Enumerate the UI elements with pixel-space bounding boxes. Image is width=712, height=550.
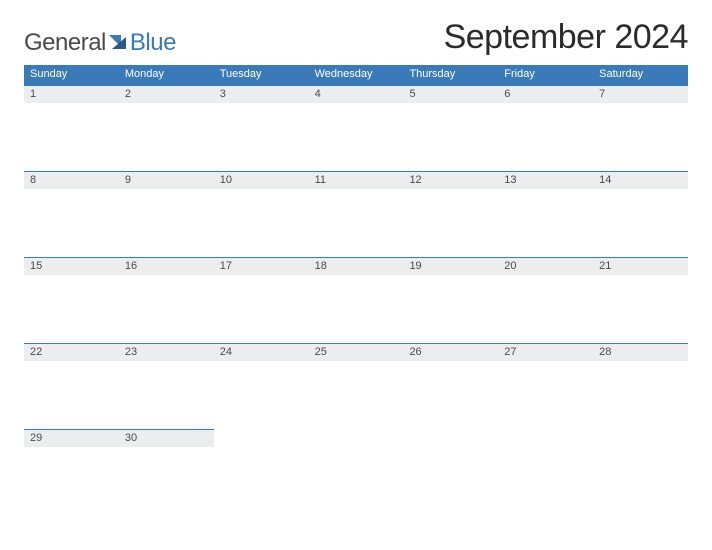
day-number: 4 xyxy=(309,86,404,103)
day-number: 26 xyxy=(403,344,498,361)
day-number: 5 xyxy=(403,86,498,103)
day-number: 2 xyxy=(119,86,214,103)
day-cell: 11 xyxy=(309,171,404,257)
week-row: 29 30 xyxy=(24,429,688,515)
day-cell: 8 xyxy=(24,171,119,257)
day-cell: 4 xyxy=(309,85,404,171)
day-number: 12 xyxy=(403,172,498,189)
day-header: Thursday xyxy=(403,65,498,85)
day-cell: 17 xyxy=(214,257,309,343)
day-cell: 5 xyxy=(403,85,498,171)
day-number: 25 xyxy=(309,344,404,361)
day-number: 16 xyxy=(119,258,214,275)
day-number: 23 xyxy=(119,344,214,361)
day-cell: 19 xyxy=(403,257,498,343)
calendar-grid: Sunday Monday Tuesday Wednesday Thursday… xyxy=(24,65,688,515)
day-cell: 9 xyxy=(119,171,214,257)
logo: General Blue xyxy=(24,29,176,57)
logo-text-general: General xyxy=(24,29,106,57)
day-header: Wednesday xyxy=(309,65,404,85)
week-row: 8 9 10 11 12 13 14 xyxy=(24,171,688,257)
week-row: 15 16 17 18 19 20 21 xyxy=(24,257,688,343)
day-header: Tuesday xyxy=(214,65,309,85)
day-number: 28 xyxy=(593,344,688,361)
day-number: 29 xyxy=(24,430,119,447)
day-cell: 12 xyxy=(403,171,498,257)
day-header: Monday xyxy=(119,65,214,85)
day-number: 15 xyxy=(24,258,119,275)
day-cell: 1 xyxy=(24,85,119,171)
day-cell: 14 xyxy=(593,171,688,257)
week-row: 1 2 3 4 5 6 7 xyxy=(24,85,688,171)
day-cell: 3 xyxy=(214,85,309,171)
day-cell: 6 xyxy=(498,85,593,171)
logo-text-blue: Blue xyxy=(130,29,176,57)
day-number: 30 xyxy=(119,430,214,447)
day-cell-empty xyxy=(309,429,404,515)
day-cell: 23 xyxy=(119,343,214,429)
day-number: 7 xyxy=(593,86,688,103)
day-number: 19 xyxy=(403,258,498,275)
day-number: 1 xyxy=(24,86,119,103)
day-number: 8 xyxy=(24,172,119,189)
day-cell-empty xyxy=(593,429,688,515)
day-cell: 16 xyxy=(119,257,214,343)
day-cell-empty xyxy=(403,429,498,515)
day-number: 17 xyxy=(214,258,309,275)
day-cell-empty xyxy=(498,429,593,515)
day-cell: 29 xyxy=(24,429,119,515)
day-header: Friday xyxy=(498,65,593,85)
day-cell: 2 xyxy=(119,85,214,171)
day-cell: 28 xyxy=(593,343,688,429)
day-number: 11 xyxy=(309,172,404,189)
day-cell: 18 xyxy=(309,257,404,343)
day-number: 21 xyxy=(593,258,688,275)
day-number: 24 xyxy=(214,344,309,361)
day-cell: 30 xyxy=(119,429,214,515)
calendar-title: September 2024 xyxy=(444,18,688,57)
day-cell: 25 xyxy=(309,343,404,429)
day-cell: 21 xyxy=(593,257,688,343)
day-number: 14 xyxy=(593,172,688,189)
day-cell: 13 xyxy=(498,171,593,257)
day-header-row: Sunday Monday Tuesday Wednesday Thursday… xyxy=(24,65,688,85)
day-header: Sunday xyxy=(24,65,119,85)
day-cell: 26 xyxy=(403,343,498,429)
day-cell: 10 xyxy=(214,171,309,257)
day-number: 6 xyxy=(498,86,593,103)
logo-triangle-icon xyxy=(108,34,128,55)
day-cell: 7 xyxy=(593,85,688,171)
day-number: 13 xyxy=(498,172,593,189)
day-number: 20 xyxy=(498,258,593,275)
day-number: 9 xyxy=(119,172,214,189)
day-cell: 15 xyxy=(24,257,119,343)
calendar-header: General Blue September 2024 xyxy=(24,18,688,57)
day-cell: 27 xyxy=(498,343,593,429)
day-number: 18 xyxy=(309,258,404,275)
day-cell: 20 xyxy=(498,257,593,343)
day-cell-empty xyxy=(214,429,309,515)
day-cell: 22 xyxy=(24,343,119,429)
day-number: 22 xyxy=(24,344,119,361)
day-header: Saturday xyxy=(593,65,688,85)
week-row: 22 23 24 25 26 27 28 xyxy=(24,343,688,429)
day-cell: 24 xyxy=(214,343,309,429)
day-number: 3 xyxy=(214,86,309,103)
day-number: 10 xyxy=(214,172,309,189)
day-number: 27 xyxy=(498,344,593,361)
